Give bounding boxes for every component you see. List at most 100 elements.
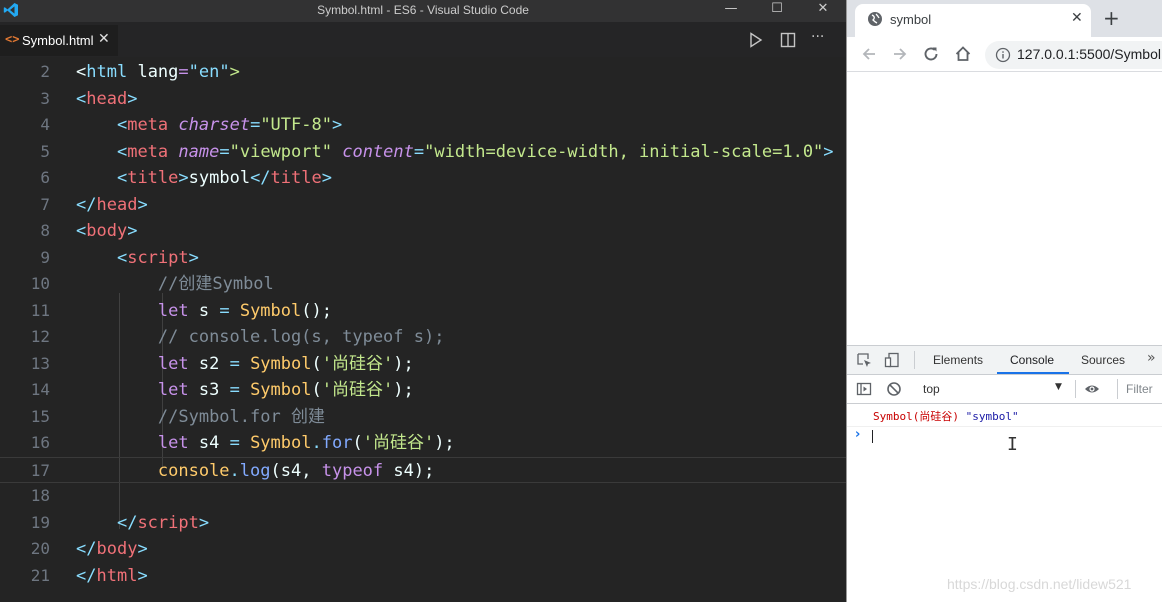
line-number: 17 xyxy=(30,460,50,480)
code-line[interactable]: 18 xyxy=(0,483,846,509)
code-line[interactable]: 15 //Symbol.for 创建 xyxy=(0,404,846,430)
line-number: 9 xyxy=(40,247,50,267)
close-button[interactable]: ✕ xyxy=(800,0,846,18)
browser-tab-close-icon[interactable]: ✕ xyxy=(1071,10,1083,26)
code-token: ); xyxy=(413,460,435,481)
code-token: > xyxy=(331,115,343,135)
code-token: > xyxy=(229,62,240,82)
code-line[interactable]: 6 <title>symbol</title> xyxy=(0,165,846,191)
code-token: ( xyxy=(352,433,363,453)
code-text: </body> xyxy=(76,536,148,562)
line-number: 21 xyxy=(30,565,50,585)
address-bar[interactable]: 127.0.0.1:5500/Symbol.html xyxy=(985,41,1162,69)
code-line[interactable]: 9 <script> xyxy=(0,245,846,271)
line-number: 6 xyxy=(40,168,50,187)
code-line[interactable]: 20 </body> xyxy=(0,536,846,562)
code-line[interactable]: 8 <body> xyxy=(0,218,846,244)
code-text: </script> xyxy=(76,510,209,536)
code-token: < xyxy=(116,115,128,135)
new-tab-button[interactable]: + xyxy=(1103,6,1120,30)
code-token: meta xyxy=(127,115,169,135)
code-token: </ xyxy=(76,194,97,215)
code-token: let xyxy=(157,300,189,321)
run-icon[interactable] xyxy=(747,31,765,49)
code-line[interactable]: 14 let s3 = Symbol('尚硅谷'); xyxy=(0,377,846,403)
info-icon[interactable] xyxy=(995,47,1011,63)
tab-symbol-html[interactable]: <> Symbol.html ✕ xyxy=(0,25,118,56)
code-line[interactable]: 11 let s = Symbol(); xyxy=(0,298,846,324)
devtools-panel: Elements Console Sources » top ▼ Filter … xyxy=(847,345,1162,602)
eye-icon[interactable] xyxy=(1084,381,1100,397)
code-line[interactable]: 21 </html> xyxy=(0,563,846,589)
code-line[interactable]: 4 <meta charset="UTF-8"> xyxy=(0,112,846,138)
tab-elements[interactable]: Elements xyxy=(933,353,983,367)
code-line[interactable]: 16 let s4 = Symbol.for('尚硅谷'); xyxy=(0,430,846,456)
code-token: //创建Symbol xyxy=(157,274,274,294)
code-token: //Symbol.for 创建 xyxy=(157,406,325,427)
tab-close-icon[interactable]: ✕ xyxy=(98,31,110,47)
browser-tab-symbol[interactable]: symbol ✕ xyxy=(855,4,1091,37)
context-selector[interactable]: top ▼ xyxy=(917,379,1069,399)
code-token: </ xyxy=(76,539,97,559)
inspect-element-icon[interactable] xyxy=(856,352,872,368)
code-text: let s4 = Symbol.for('尚硅谷'); xyxy=(76,430,455,456)
code-token: . xyxy=(229,460,240,481)
code-line[interactable]: 12 // console.log(s, typeof s); xyxy=(0,324,846,350)
code-token: > xyxy=(823,141,834,162)
code-line[interactable]: 17 console.log(s4, typeof s4); xyxy=(0,456,846,484)
device-toolbar-icon[interactable] xyxy=(884,352,900,368)
divider xyxy=(914,351,915,369)
tab-console[interactable]: Console xyxy=(1010,353,1054,367)
line-number: 15 xyxy=(30,406,50,426)
filter-input[interactable]: Filter xyxy=(1117,379,1162,399)
console-prompt[interactable]: › xyxy=(847,426,1162,446)
code-token: < xyxy=(116,141,128,162)
more-tabs-icon[interactable]: » xyxy=(1147,350,1156,366)
code-token: console xyxy=(157,460,230,481)
code-text: <html lang="en"> xyxy=(76,59,240,85)
code-line[interactable]: 7 </head> xyxy=(0,192,846,218)
minimize-button[interactable]: — xyxy=(708,0,754,18)
tab-sources[interactable]: Sources xyxy=(1081,353,1125,367)
code-token: typeof xyxy=(321,460,384,481)
code-line[interactable]: 10 //创建Symbol xyxy=(0,271,846,297)
code-token: html xyxy=(96,565,138,586)
reload-icon[interactable] xyxy=(921,44,941,64)
code-line[interactable]: 2 <html lang="en"> xyxy=(0,59,846,85)
code-token: ); xyxy=(393,353,414,374)
code-token: head xyxy=(86,88,128,109)
clear-console-icon[interactable] xyxy=(886,381,902,397)
home-icon[interactable] xyxy=(953,44,973,64)
code-token: name xyxy=(178,141,220,162)
log-symbol: Symbol(尚硅谷) xyxy=(873,410,966,423)
code-text: <head> xyxy=(76,86,137,112)
split-editor-icon[interactable] xyxy=(779,31,797,49)
browser-tab-title: symbol xyxy=(890,12,932,27)
code-editor[interactable]: 2 <html lang="en"> 3 <head> 4 <meta charset=… xyxy=(0,57,846,602)
code-token: > xyxy=(137,539,148,559)
back-icon[interactable] xyxy=(859,44,879,64)
code-text: console.log(s4, typeof s4); xyxy=(76,458,434,484)
forward-icon[interactable] xyxy=(890,44,910,64)
code-line[interactable]: 5 <meta name="viewport" content="width=d… xyxy=(0,139,846,165)
code-token: charset xyxy=(178,115,251,135)
maximize-button[interactable]: ☐ xyxy=(754,0,800,18)
code-line[interactable]: 13 let s2 = Symbol('尚硅谷'); xyxy=(0,351,846,377)
code-line[interactable]: 3 <head> xyxy=(0,86,846,112)
code-token: < xyxy=(76,88,87,109)
more-actions-icon[interactable]: ··· xyxy=(811,29,829,47)
code-line[interactable]: 19 </script> xyxy=(0,510,846,536)
show-sidebar-icon[interactable] xyxy=(856,381,872,397)
code-text: // console.log(s, typeof s); xyxy=(76,324,445,350)
code-token: < xyxy=(116,247,128,268)
